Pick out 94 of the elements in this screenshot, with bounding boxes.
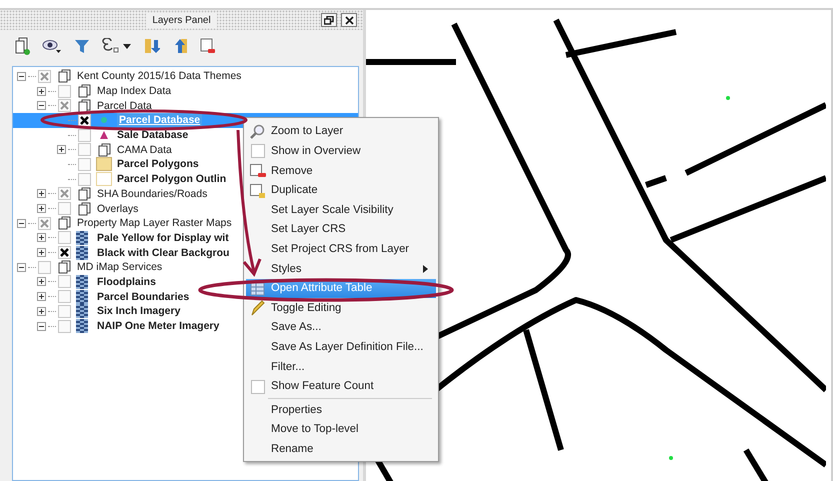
- layer-group-icon: [76, 202, 92, 216]
- layer-name[interactable]: Sale Database: [117, 128, 188, 142]
- remove-layer-icon: [249, 162, 267, 179]
- layer-group-icon: [76, 84, 92, 98]
- menu-item[interactable]: Filter...: [246, 357, 436, 377]
- float-panel-button[interactable]: [321, 13, 337, 27]
- menu-item[interactable]: Show in Overview: [246, 142, 436, 162]
- menu-item[interactable]: Rename: [246, 440, 436, 460]
- layer-checkbox[interactable]: [58, 275, 71, 288]
- layer-name[interactable]: SHA Boundaries/Roads: [97, 186, 208, 201]
- menu-item[interactable]: Zoom to Layer: [246, 122, 436, 142]
- menu-item[interactable]: Set Project CRS from Layer: [246, 240, 436, 260]
- checkbox[interactable]: [249, 378, 267, 395]
- layer-group-icon: [56, 260, 72, 274]
- layer-group-icon: [76, 186, 92, 201]
- expand-icon[interactable]: [37, 248, 46, 258]
- layer-checkbox[interactable]: [38, 216, 51, 230]
- layer-group-icon: [76, 98, 92, 113]
- layer-name[interactable]: Pale Yellow for Display wit: [97, 230, 229, 245]
- expand-icon[interactable]: [37, 292, 46, 302]
- outline-symbol-icon: [96, 172, 112, 186]
- zoom-icon: [249, 124, 267, 140]
- close-button[interactable]: [341, 13, 357, 27]
- menu-item[interactable]: Save As...: [246, 318, 436, 338]
- expand-all-icon[interactable]: [144, 38, 160, 54]
- layer-name[interactable]: Six Inch Imagery: [97, 304, 180, 318]
- layer-checkbox[interactable]: [58, 202, 71, 216]
- collapse-all-icon[interactable]: [172, 38, 188, 54]
- menu-item[interactable]: Move to Top-level: [246, 420, 436, 440]
- layer-checkbox[interactable]: [58, 187, 71, 200]
- menu-item[interactable]: Duplicate: [246, 180, 436, 200]
- layer-checkbox[interactable]: [78, 128, 91, 142]
- add-group-icon[interactable]: [14, 37, 30, 55]
- checkbox[interactable]: [249, 143, 267, 160]
- collapse-icon[interactable]: [37, 322, 46, 331]
- panel-title: Layers Panel: [146, 12, 217, 28]
- filter-icon[interactable]: [74, 38, 90, 54]
- table-icon: [249, 280, 267, 297]
- duplicate-icon: [249, 182, 267, 199]
- fill-symbol-icon: [96, 157, 112, 172]
- expand-icon[interactable]: [37, 306, 46, 316]
- layer-name[interactable]: Floodplains: [97, 274, 156, 289]
- layer-checkbox[interactable]: [58, 290, 71, 304]
- menu-item[interactable]: Properties: [246, 400, 436, 420]
- collapse-icon[interactable]: [17, 262, 26, 272]
- layer-name[interactable]: Kent County 2015/16 Data Themes: [77, 69, 242, 84]
- layer-checkbox[interactable]: [58, 99, 71, 112]
- expand-icon[interactable]: [37, 86, 46, 96]
- submenu-arrow-icon: [423, 265, 428, 274]
- layer-name[interactable]: Black with Clear Backgrou: [97, 246, 230, 260]
- layer-group-icon: [56, 216, 72, 230]
- layer-group-icon: [56, 69, 72, 84]
- menu-item[interactable]: Remove: [246, 161, 436, 181]
- layer-name[interactable]: Parcel Boundaries: [97, 290, 190, 304]
- expand-icon[interactable]: [37, 277, 46, 286]
- layer-checkbox[interactable]: [78, 158, 91, 171]
- layer-checkbox[interactable]: [58, 320, 71, 333]
- layer-checkbox[interactable]: [58, 84, 71, 98]
- layer-name[interactable]: CAMA Data: [117, 142, 172, 157]
- menu-item[interactable]: Save As Layer Definition File...: [246, 338, 436, 358]
- layer-name[interactable]: Overlays: [97, 202, 138, 216]
- menu-item[interactable]: Show Feature Count: [246, 376, 436, 396]
- layer-name[interactable]: Map Index Data: [97, 84, 172, 98]
- expand-icon[interactable]: [37, 204, 46, 214]
- layer-name[interactable]: MD iMap Services: [77, 260, 162, 274]
- expression-dropdown-icon[interactable]: [102, 38, 132, 54]
- layer-name[interactable]: NAIP One Meter Imagery: [97, 319, 220, 334]
- collapse-icon[interactable]: [37, 101, 46, 110]
- layer-checkbox[interactable]: [58, 246, 71, 260]
- menu-item[interactable]: Set Layer CRS: [246, 220, 436, 240]
- layer-checkbox[interactable]: [38, 70, 51, 83]
- expand-icon[interactable]: [37, 189, 46, 198]
- layer-group-icon: [96, 142, 112, 157]
- close-icon: [344, 16, 354, 24]
- eye-dropdown-icon[interactable]: [42, 38, 62, 54]
- layer-checkbox[interactable]: [78, 172, 91, 186]
- menu-item[interactable]: Styles: [246, 259, 436, 279]
- layer-name[interactable]: Parcel Data: [97, 98, 152, 113]
- menu-item[interactable]: Toggle Editing: [246, 298, 436, 318]
- layer-name[interactable]: Parcel Polygons: [117, 157, 199, 172]
- layer-checkbox[interactable]: [78, 114, 91, 127]
- expand-icon[interactable]: [57, 145, 66, 154]
- collapse-icon[interactable]: [17, 72, 26, 81]
- layer-checkbox[interactable]: [58, 304, 71, 318]
- restore-icon: [324, 16, 334, 24]
- collapse-icon[interactable]: [17, 218, 26, 228]
- layer-checkbox[interactable]: [78, 143, 91, 156]
- layer-name[interactable]: Parcel Polygon Outlin: [117, 172, 226, 186]
- menu-item[interactable]: Set Layer Scale Visibility: [246, 200, 436, 220]
- layer-checkbox[interactable]: [58, 231, 71, 244]
- layer-name[interactable]: Property Map Layer Raster Maps: [77, 216, 232, 230]
- layer-checkbox[interactable]: [38, 260, 51, 274]
- expand-icon[interactable]: [37, 233, 46, 242]
- remove-layer-icon[interactable]: [200, 38, 216, 54]
